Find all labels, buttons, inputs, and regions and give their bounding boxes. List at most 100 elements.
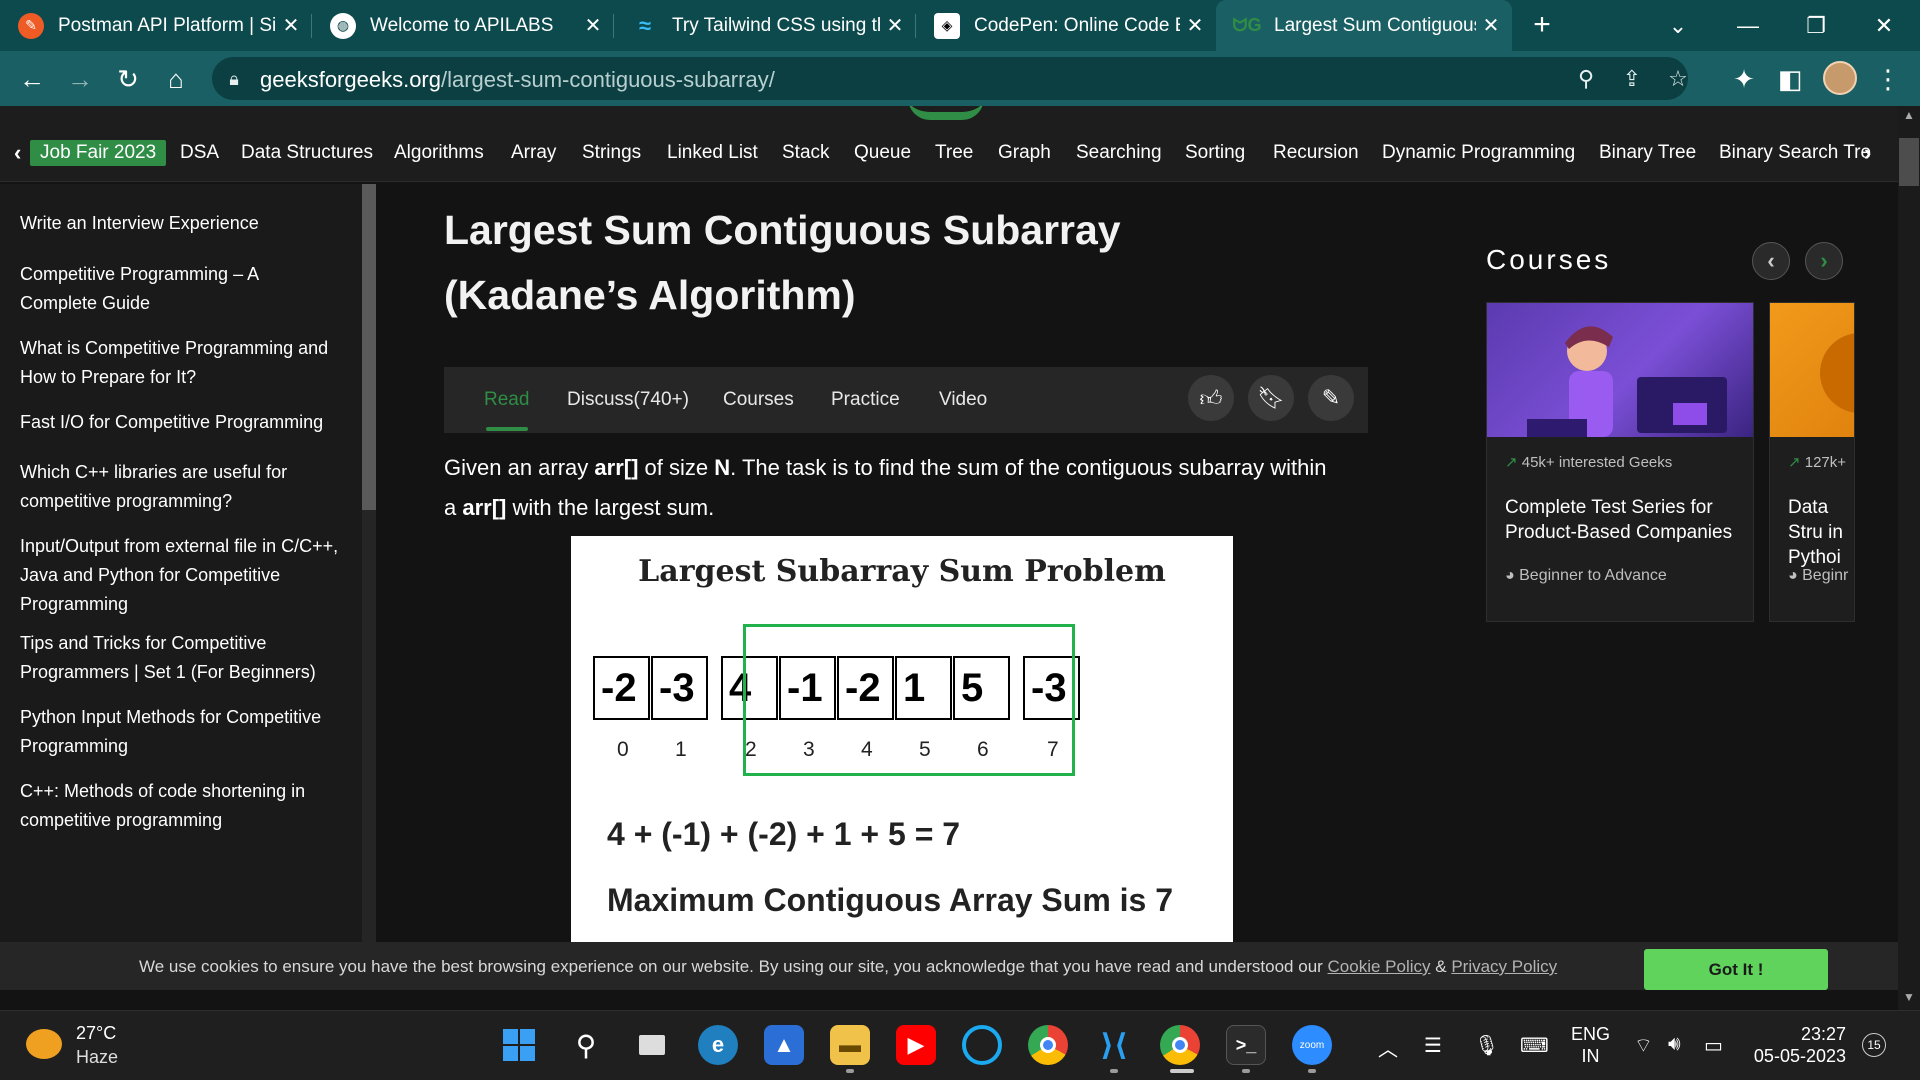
terminal-icon[interactable]: >_ (1226, 1025, 1266, 1065)
nav-tree[interactable]: Tree (935, 142, 973, 164)
minimize-button[interactable]: — (1718, 0, 1778, 51)
close-tab-icon[interactable]: ✕ (276, 13, 306, 38)
sidebar-item[interactable]: Competitive Programming – A Complete Gui… (20, 260, 340, 318)
sidebar-item[interactable]: What is Competitive Programming and How … (20, 334, 340, 392)
nav-searching[interactable]: Searching (1076, 142, 1162, 164)
nav-dynamic-programming[interactable]: Dynamic Programming (1382, 142, 1575, 164)
weather-haze-icon[interactable] (26, 1029, 62, 1059)
nav-algorithms[interactable]: Algorithms (394, 142, 484, 164)
sidebar-item[interactable]: Fast I/O for Competitive Programming (20, 408, 340, 437)
tab-courses[interactable]: Courses (723, 389, 794, 411)
close-tab-icon[interactable]: ✕ (1476, 13, 1506, 38)
tab-read[interactable]: Read (484, 389, 529, 411)
edge-icon[interactable]: e (698, 1025, 738, 1065)
nav-array[interactable]: Array (511, 142, 556, 164)
nav-queue[interactable]: Queue (854, 142, 911, 164)
nav-binary-search-tree[interactable]: Binary Search Tre (1719, 142, 1871, 164)
restore-button[interactable]: ❐ (1786, 0, 1846, 51)
tab-codepen[interactable]: ◈ CodePen: Online Code Ed ✕ (916, 0, 1216, 51)
language-indicator[interactable]: ENG IN (1571, 1023, 1610, 1067)
nav-graph[interactable]: Graph (998, 142, 1051, 164)
tab-apilabs[interactable]: ◍ Welcome to APILABS ✕ (312, 0, 614, 51)
share-icon[interactable]: ⇪ (1616, 63, 1648, 95)
side-panel-icon[interactable]: ◧ (1772, 61, 1808, 97)
start-icon[interactable] (499, 1025, 539, 1065)
nav-strings[interactable]: Strings (582, 142, 641, 164)
nav-scroll-right-icon[interactable]: › (1864, 140, 1871, 166)
course-card[interactable]: ↗ 127k+ Data Stru in Pythoi ◕ Beginr (1769, 302, 1855, 622)
cortana-icon[interactable] (962, 1025, 1002, 1065)
sidebar-item[interactable]: Which C++ libraries are useful for compe… (20, 458, 340, 516)
address-bar[interactable]: 🔒︎ geeksforgeeks.org/largest-sum-contigu… (212, 57, 1688, 100)
tab-gfg-active[interactable]: ᗢG Largest Sum Contiguous S ✕ (1216, 0, 1512, 51)
photos-icon[interactable]: ▲ (764, 1025, 804, 1065)
youtube-icon[interactable]: ▶ (896, 1025, 936, 1065)
scroll-down-icon[interactable]: ▼ (1898, 990, 1920, 1010)
nav-binary-tree[interactable]: Binary Tree (1599, 142, 1696, 164)
courses-prev-button[interactable]: ‹ (1752, 242, 1790, 280)
nav-recursion[interactable]: Recursion (1273, 142, 1359, 164)
cookie-policy-link[interactable]: Cookie Policy (1328, 957, 1431, 976)
extensions-icon[interactable]: ✦ (1726, 61, 1762, 97)
chrome-profile-icon[interactable] (1160, 1025, 1200, 1065)
chrome-icon[interactable] (1028, 1025, 1068, 1065)
battery-icon[interactable]: ▭ (1704, 1033, 1723, 1058)
like-icon[interactable]: 👍︎ (1188, 375, 1234, 421)
back-icon[interactable]: ← (14, 61, 50, 97)
courses-next-button[interactable]: › (1805, 242, 1843, 280)
gfg-logo[interactable] (908, 106, 984, 120)
nav-linked-list[interactable]: Linked List (667, 142, 758, 164)
weather-condition[interactable]: Haze (76, 1047, 118, 1068)
tab-tailwind[interactable]: ≈ Try Tailwind CSS using the ✕ (614, 0, 916, 51)
system-clock[interactable]: 23:27 05-05-2023 (1752, 1023, 1846, 1067)
sidebar-item[interactable]: Python Input Methods for Competitive Pro… (20, 703, 340, 761)
nav-data-structures[interactable]: Data Structures (241, 142, 373, 164)
zoom-icon[interactable]: zoom (1292, 1025, 1332, 1065)
vscode-icon[interactable]: ⟩⟨ (1094, 1025, 1134, 1065)
accept-cookies-button[interactable]: Got It ! (1644, 949, 1828, 990)
profile-avatar[interactable] (1823, 61, 1857, 95)
sidebar-item[interactable]: Input/Output from external file in C/C++… (20, 532, 340, 619)
menu-kebab-icon[interactable]: ⋮ (1870, 61, 1906, 97)
page-scrollbar-thumb[interactable] (1899, 138, 1919, 186)
tab-practice[interactable]: Practice (831, 389, 900, 411)
privacy-policy-link[interactable]: Privacy Policy (1451, 957, 1557, 976)
tab-search-dropdown-icon[interactable]: ⌄ (1648, 0, 1708, 51)
feedback-icon[interactable]: ☰ (1424, 1033, 1442, 1058)
bookmark-icon[interactable]: 🔖︎ (1248, 375, 1294, 421)
nav-sorting[interactable]: Sorting (1185, 142, 1245, 164)
search-icon[interactable]: ⚲ (566, 1025, 606, 1065)
sidebar-item[interactable]: Tips and Tricks for Competitive Programm… (20, 629, 340, 687)
keyboard-icon[interactable]: ⌨ (1520, 1033, 1549, 1058)
sidebar-item[interactable]: C++: Methods of code shortening in compe… (20, 777, 340, 835)
nav-dsa[interactable]: DSA (180, 142, 219, 164)
nav-scroll-left-icon[interactable]: ‹ (14, 140, 21, 166)
tab-discuss[interactable]: Discuss(740+) (567, 389, 689, 411)
home-icon[interactable]: ⌂ (158, 61, 194, 97)
wifi-icon[interactable]: ⌔ (1634, 1033, 1653, 1058)
close-tab-icon[interactable]: ✕ (578, 13, 608, 38)
reload-icon[interactable]: ↻ (110, 61, 146, 97)
volume-icon[interactable]: 🔊︎ (1668, 1033, 1681, 1056)
close-tab-icon[interactable]: ✕ (880, 13, 910, 38)
edit-icon[interactable]: ✎ (1308, 375, 1354, 421)
notification-count-badge[interactable]: 15 (1862, 1033, 1886, 1057)
new-tab-button[interactable]: + (1524, 8, 1560, 44)
nav-job-fair[interactable]: Job Fair 2023 (30, 140, 167, 166)
sidebar-scrollbar-thumb[interactable] (362, 184, 376, 510)
scroll-up-icon[interactable]: ▲ (1898, 108, 1920, 122)
zoom-icon[interactable]: ⚲ (1570, 63, 1602, 95)
tab-video[interactable]: Video (939, 389, 987, 411)
microphone-icon[interactable]: 🎙︎ (1474, 1033, 1499, 1058)
bookmark-star-icon[interactable]: ☆ (1662, 63, 1694, 95)
course-card[interactable]: ↗ 45k+ interested Geeks Complete Test Se… (1486, 302, 1754, 622)
close-tab-icon[interactable]: ✕ (1180, 13, 1210, 38)
close-window-button[interactable]: ✕ (1854, 0, 1914, 51)
nav-stack[interactable]: Stack (782, 142, 830, 164)
sidebar-item[interactable]: Write an Interview Experience (20, 209, 340, 238)
show-hidden-icons-chevron-icon[interactable]: ︿ (1378, 1033, 1398, 1062)
tab-postman[interactable]: ✎ Postman API Platform | Si ✕ (0, 0, 312, 51)
file-explorer-icon[interactable]: ▬ (830, 1025, 870, 1065)
page-scrollbar[interactable]: ▲ (1898, 106, 1920, 990)
forward-icon[interactable]: → (62, 61, 98, 97)
